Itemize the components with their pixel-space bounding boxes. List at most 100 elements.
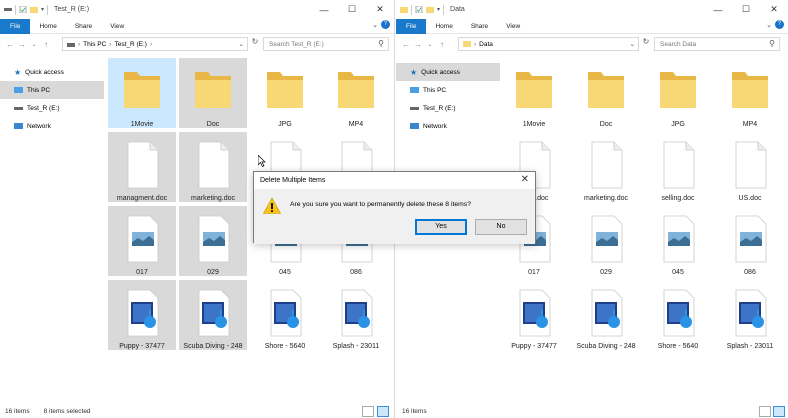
new-folder-icon[interactable] (30, 6, 38, 13)
qa-customize-icon[interactable]: ▾ (41, 6, 44, 13)
file-tile[interactable]: Doc (179, 58, 247, 128)
nav-test-r[interactable]: Test_R (E:) (0, 99, 104, 117)
tab-share[interactable]: Share (462, 19, 497, 34)
details-view-button[interactable] (759, 406, 771, 417)
file-name: Puppy - 37477 (119, 343, 165, 350)
tab-home[interactable]: Home (426, 19, 461, 34)
file-tile[interactable]: marketing.doc (572, 132, 640, 202)
help-icon[interactable]: ? (381, 20, 390, 29)
selected-count: 8 items selected (43, 407, 91, 415)
window-title: Test_R (E:) (54, 6, 90, 13)
navigation-pane: ★ Quick access This PC Test_R (E:) Netwo… (0, 56, 104, 135)
file-tile[interactable]: Scuba Diving - 248 (572, 280, 640, 350)
file-tile[interactable]: US.doc (716, 132, 784, 202)
file-tile[interactable]: 029 (572, 206, 640, 276)
image-icon (127, 215, 159, 263)
large-icons-view-button[interactable] (377, 406, 389, 417)
address-bar[interactable]: › Data ⌄ (458, 37, 639, 51)
new-folder-icon[interactable] (426, 6, 434, 13)
qa-customize-icon[interactable]: ▾ (437, 6, 440, 13)
forward-icon[interactable]: → (412, 40, 424, 49)
minimize-button[interactable]: — (310, 0, 338, 19)
drive-icon[interactable] (4, 6, 12, 13)
dialog-close-icon[interactable]: ✕ (521, 174, 529, 185)
address-dropdown-icon[interactable]: ⌄ (239, 40, 244, 48)
up-icon[interactable]: ↑ (436, 40, 448, 49)
yes-button[interactable]: Yes (415, 219, 467, 235)
title-bar[interactable]: ▾ Data — ☐ ✕ (396, 0, 788, 19)
close-button[interactable]: ✕ (760, 0, 788, 19)
file-tile[interactable]: Doc (572, 58, 640, 128)
file-tile[interactable]: Puppy - 37477 (108, 280, 176, 350)
breadcrumb-data[interactable]: Data (479, 41, 493, 48)
file-tile[interactable]: Splash - 23011 (716, 280, 784, 350)
tab-file[interactable]: File (396, 18, 427, 34)
address-dropdown-icon[interactable]: ⌄ (630, 40, 635, 48)
back-icon[interactable]: ← (4, 40, 16, 49)
nav-quick-access[interactable]: ★ Quick access (396, 63, 500, 81)
file-tile[interactable]: Shore - 5640 (251, 280, 319, 350)
nav-this-pc[interactable]: This PC (396, 81, 500, 99)
nav-quick-access[interactable]: ★ Quick access (0, 63, 104, 81)
nav-network[interactable]: Network (0, 117, 104, 135)
file-tile[interactable]: MP4 (322, 58, 390, 128)
file-tile[interactable]: MP4 (716, 58, 784, 128)
file-tile[interactable]: JPG (251, 58, 319, 128)
image-icon (591, 215, 623, 263)
up-icon[interactable]: ↑ (40, 40, 52, 49)
address-bar[interactable]: › This PC › Test_R (E:) › ⌄ (62, 37, 248, 51)
nav-test-r[interactable]: Test_R (E:) (396, 99, 500, 117)
expand-ribbon-icon[interactable]: ⌄ (372, 21, 378, 29)
file-tile[interactable]: JPG (644, 58, 712, 128)
file-tile[interactable]: 086 (716, 206, 784, 276)
file-tile[interactable]: selling.doc (644, 132, 712, 202)
dialog-message: Are you sure you want to permanently del… (290, 201, 471, 208)
minimize-button[interactable]: — (704, 0, 732, 19)
back-icon[interactable]: ← (400, 40, 412, 49)
file-tile[interactable]: Shore - 5640 (644, 280, 712, 350)
drive-icon (14, 106, 23, 110)
maximize-button[interactable]: ☐ (338, 0, 366, 19)
nav-network[interactable]: Network (396, 117, 500, 135)
forward-icon[interactable]: → (16, 40, 28, 49)
tab-view[interactable]: View (101, 19, 133, 34)
tab-home[interactable]: Home (30, 19, 65, 34)
tab-file[interactable]: File (0, 18, 31, 34)
no-button[interactable]: No (475, 219, 527, 235)
file-tile[interactable]: 1Movie (108, 58, 176, 128)
search-input[interactable]: Search Data ⚲ (654, 37, 780, 51)
search-placeholder: Search Test_R (E:) (269, 40, 324, 48)
maximize-button[interactable]: ☐ (732, 0, 760, 19)
close-button[interactable]: ✕ (366, 0, 394, 19)
tab-share[interactable]: Share (66, 19, 101, 34)
nav-label: Test_R (E:) (27, 104, 60, 112)
details-view-button[interactable] (362, 406, 374, 417)
file-tile[interactable]: Scuba Diving - 248 (179, 280, 247, 350)
file-tile[interactable]: Splash - 23011 (322, 280, 390, 350)
nav-label: Quick access (25, 68, 64, 76)
recent-icon[interactable]: ⌄ (424, 41, 436, 48)
folder-icon[interactable] (400, 6, 408, 13)
file-tile[interactable]: managment.doc (108, 132, 176, 202)
search-input[interactable]: Search Test_R (E:) ⚲ (263, 37, 389, 51)
tab-view[interactable]: View (497, 19, 529, 34)
file-name: 086 (744, 269, 756, 276)
properties-icon[interactable] (415, 6, 423, 13)
file-tile[interactable]: 029 (179, 206, 247, 276)
file-tile[interactable]: 017 (108, 206, 176, 276)
file-tile[interactable]: Puppy - 37477 (500, 280, 568, 350)
help-icon[interactable]: ? (775, 20, 784, 29)
file-tile[interactable]: 045 (644, 206, 712, 276)
properties-icon[interactable] (19, 6, 27, 13)
recent-icon[interactable]: ⌄ (28, 41, 40, 48)
expand-ribbon-icon[interactable]: ⌄ (766, 21, 772, 29)
file-tile[interactable]: marketing.doc (179, 132, 247, 202)
refresh-icon[interactable]: ↻ (640, 37, 652, 51)
breadcrumb-test-r[interactable]: Test_R (E:) (114, 41, 147, 48)
file-tile[interactable]: 1Movie (500, 58, 568, 128)
breadcrumb-this-pc[interactable]: This PC (83, 41, 106, 48)
large-icons-view-button[interactable] (773, 406, 785, 417)
title-bar[interactable]: ▾ Test_R (E:) — ☐ ✕ (0, 0, 394, 19)
refresh-icon[interactable]: ↻ (249, 37, 261, 51)
nav-this-pc[interactable]: This PC (0, 81, 104, 99)
